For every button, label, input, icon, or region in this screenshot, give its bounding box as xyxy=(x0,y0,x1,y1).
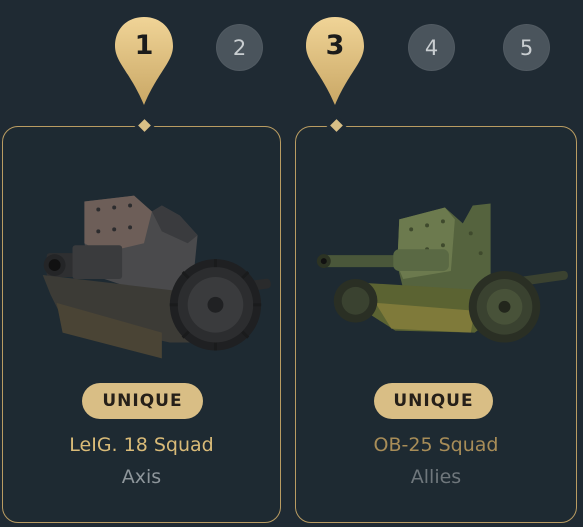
unit-faction: Axis xyxy=(121,466,162,488)
rarity-badge: UNIQUE xyxy=(374,383,493,419)
rarity-badge: UNIQUE xyxy=(82,383,203,419)
step-button-5[interactable]: 5 xyxy=(503,24,550,71)
step-marker-3[interactable]: 3 xyxy=(304,15,366,107)
unit-name: OB-25 Squad xyxy=(373,434,499,456)
step-marker-1[interactable]: 1 xyxy=(113,15,175,107)
rarity-label: UNIQUE xyxy=(102,391,183,411)
card-diamond-ornament xyxy=(138,119,151,132)
unit-name: LeIG. 18 Squad xyxy=(69,434,214,456)
map-pin-icon xyxy=(306,17,364,105)
step-button-2[interactable]: 2 xyxy=(216,24,263,71)
step-button-4[interactable]: 4 xyxy=(408,24,455,71)
step-number: 2 xyxy=(232,35,247,60)
unit-faction: Allies xyxy=(410,466,462,488)
leig18-gun-image xyxy=(42,195,271,359)
rarity-label: UNIQUE xyxy=(393,391,474,411)
step-number: 5 xyxy=(519,35,534,60)
unit-card-leig18[interactable]: UNIQUE LeIG. 18 Squad Axis xyxy=(2,119,281,523)
step-number: 3 xyxy=(325,30,345,61)
card-diamond-ornament xyxy=(330,119,343,132)
ob25-gun-image xyxy=(316,203,568,343)
step-number: 4 xyxy=(424,35,439,60)
step-number: 1 xyxy=(134,30,154,61)
map-pin-icon xyxy=(115,17,173,105)
unit-card-ob25[interactable]: UNIQUE OB-25 Squad Allies xyxy=(295,119,577,523)
